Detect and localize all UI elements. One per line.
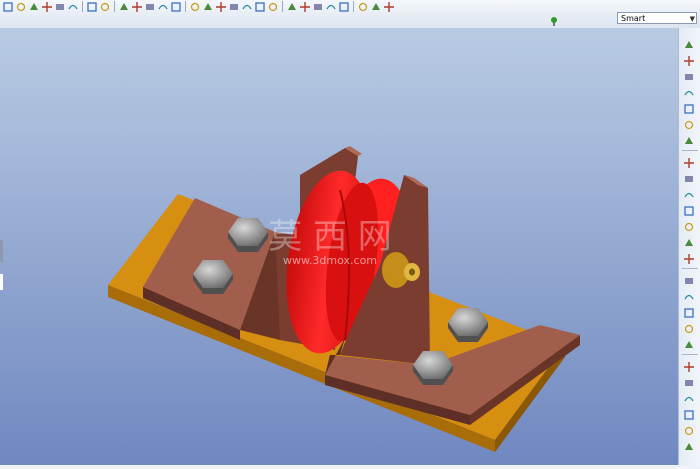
right-feature-toolbar [678,28,700,465]
axis-icon[interactable] [683,68,697,81]
zoom-in-icon[interactable] [228,1,240,12]
revolve-icon[interactable] [683,170,697,183]
cut-icon[interactable] [118,1,130,12]
merge-icon[interactable] [683,336,697,349]
saved-views-icon[interactable] [286,1,298,12]
open-folder-icon[interactable] [15,1,27,12]
toolbar-separator [682,354,698,355]
watermark-logo: 莫 西 网 [268,217,392,257]
model-canvas[interactable]: 莫 西 网 www.3dmox.com [0,28,678,465]
toolbar-separator [682,150,698,151]
round-icon[interactable] [683,272,697,285]
left-dock-handle-2[interactable] [0,274,3,290]
toolbar-icon-row [2,1,395,13]
shell-icon[interactable] [683,218,697,232]
top-toolbar: Smart ▼ [0,0,700,29]
toolbar-separator [353,1,354,12]
thicken-icon[interactable] [683,406,697,420]
help-icon[interactable] [383,1,395,12]
solidify-icon[interactable] [683,422,697,436]
select-box-icon[interactable] [202,1,214,12]
draft-icon[interactable] [683,250,697,264]
email-icon[interactable] [54,1,66,12]
watermark-url: www.3dmox.com [283,254,377,267]
annotation-icon[interactable] [370,1,382,12]
curve-icon[interactable] [683,84,697,97]
new-file-icon[interactable] [2,1,14,12]
sweep-icon[interactable] [683,186,697,199]
csys-icon[interactable] [357,1,369,12]
csys-icon[interactable] [683,116,697,130]
toolbar-separator [82,1,83,12]
toolbar-separator [114,1,115,12]
mirror-icon[interactable] [683,320,697,334]
analysis-icon[interactable] [683,132,697,145]
point-icon[interactable] [683,100,697,114]
selection-filter-dropdown[interactable]: Smart ▼ [617,12,697,24]
extrude-icon[interactable] [683,154,697,168]
copy-icon[interactable] [131,1,143,12]
spin-center-icon[interactable] [299,1,311,12]
left-dock-handle[interactable] [0,240,3,262]
paste-icon[interactable] [144,1,156,12]
datum-plane-icon[interactable] [312,1,324,12]
regenerate-icon[interactable] [170,1,182,12]
close-window-icon[interactable] [67,1,79,12]
copy-feature-icon[interactable] [683,304,697,318]
selection-filter-value: Smart [621,14,646,23]
print-icon[interactable] [41,1,53,12]
zoom-out-icon[interactable] [241,1,253,12]
redo-icon[interactable] [99,1,111,12]
paste-special-icon[interactable] [157,1,169,12]
chevron-down-icon[interactable]: ▼ [690,13,695,25]
datum-point-icon[interactable] [338,1,350,12]
view-orient-icon[interactable] [267,1,279,12]
save-icon[interactable] [28,1,40,12]
status-light-icon [548,12,560,26]
offset-icon[interactable] [683,390,697,403]
datum-axis-icon[interactable] [325,1,337,12]
hole-icon[interactable] [683,202,697,216]
rib-icon[interactable] [683,234,697,247]
toolbar-separator [682,268,698,269]
plane-icon[interactable] [683,52,697,66]
repaint-icon[interactable] [254,1,266,12]
sketch-icon[interactable] [683,36,697,49]
chamfer-icon[interactable] [683,288,697,301]
find-icon[interactable] [189,1,201,12]
toolbar-separator [282,1,283,12]
more-icon[interactable] [683,438,697,451]
trim-icon[interactable] [683,358,697,372]
pattern-icon[interactable] [683,374,697,387]
undo-icon[interactable] [86,1,98,12]
refit-icon[interactable] [215,1,227,12]
graphics-viewport[interactable]: 莫 西 网 www.3dmox.com [0,28,678,465]
toolbar-separator [185,1,186,12]
